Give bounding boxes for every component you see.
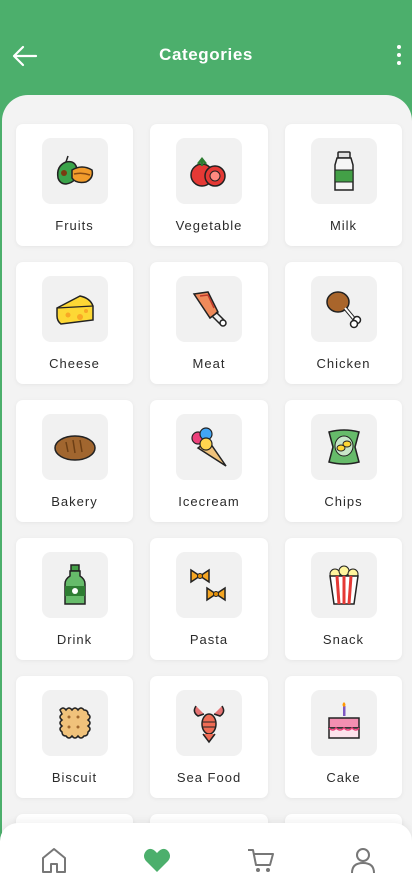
chips-icon — [327, 429, 360, 465]
category-label: Bakery — [51, 494, 98, 509]
category-icon-box — [310, 138, 377, 204]
nav-profile-button[interactable] — [348, 845, 378, 875]
category-card-cake[interactable]: Cake — [285, 676, 402, 798]
cart-icon — [248, 849, 274, 872]
categories-panel: Fruits Vegetable Milk Cheese Meat Chicke… — [2, 95, 412, 893]
category-label: Drink — [56, 632, 93, 647]
category-label: Snack — [322, 632, 365, 647]
category-icon-box — [310, 552, 377, 618]
category-icon-box — [176, 138, 242, 204]
category-card-snack[interactable]: Snack — [285, 538, 402, 660]
category-icon-box — [310, 414, 377, 480]
category-icon-box — [41, 552, 108, 618]
dot-icon — [397, 61, 401, 65]
category-card-drink[interactable]: Drink — [16, 538, 133, 660]
home-icon — [42, 848, 66, 873]
nav-home-button[interactable] — [39, 845, 69, 875]
category-card-chips[interactable]: Chips — [285, 400, 402, 522]
category-icon-box — [310, 276, 377, 342]
cheese-icon — [55, 295, 94, 325]
category-label: Cake — [326, 770, 361, 785]
category-label: Pasta — [189, 632, 229, 647]
category-icon-box — [176, 414, 242, 480]
lobster-icon — [193, 705, 225, 744]
bottom-navigation — [0, 823, 412, 893]
category-card-milk[interactable]: Milk — [285, 124, 402, 246]
category-icon-box — [41, 414, 108, 480]
category-card-icecream[interactable]: Icecream — [150, 400, 268, 522]
dot-icon — [397, 53, 401, 57]
category-label: Milk — [329, 218, 358, 233]
biscuit-icon — [58, 707, 91, 739]
category-icon-box — [41, 276, 108, 342]
category-icon-box — [41, 138, 108, 204]
category-card-biscuit[interactable]: Biscuit — [16, 676, 133, 798]
category-card-meat[interactable]: Meat — [150, 262, 268, 384]
category-card-fruits[interactable]: Fruits — [16, 124, 133, 246]
category-label: Chicken — [316, 356, 371, 371]
heart-icon — [144, 848, 170, 872]
category-label: Cheese — [49, 356, 100, 371]
nav-favorites-button[interactable] — [142, 845, 172, 875]
icecream-icon — [191, 427, 227, 467]
category-card-vegetable[interactable]: Vegetable — [150, 124, 268, 246]
profile-icon — [351, 848, 375, 874]
category-label: Biscuit — [51, 770, 98, 785]
category-card-cheese[interactable]: Cheese — [16, 262, 133, 384]
category-icon-box — [41, 690, 108, 756]
category-label: Chips — [324, 494, 363, 509]
category-icon-box — [176, 552, 242, 618]
drink-icon — [63, 564, 86, 605]
category-icon-box — [310, 690, 377, 756]
category-card-pasta[interactable]: Pasta — [150, 538, 268, 660]
category-label: Icecream — [178, 494, 240, 509]
category-label: Fruits — [55, 218, 94, 233]
bread-icon — [53, 435, 96, 461]
page-title: Categories — [159, 45, 253, 64]
chicken-icon — [325, 291, 361, 329]
nav-cart-button[interactable] — [246, 845, 276, 875]
category-card-bakery[interactable]: Bakery — [16, 400, 133, 522]
pasta-icon — [190, 568, 226, 602]
more-menu-button[interactable] — [392, 42, 406, 70]
category-label: Meat — [192, 356, 226, 371]
category-label: Vegetable — [175, 218, 243, 233]
category-card-chicken[interactable]: Chicken — [285, 262, 402, 384]
dot-icon — [397, 45, 401, 49]
category-grid: Fruits Vegetable Milk Cheese Meat Chicke… — [16, 124, 402, 893]
milk-icon — [333, 151, 354, 191]
category-icon-box — [176, 276, 242, 342]
meat-icon — [192, 291, 227, 327]
category-icon-box — [176, 690, 242, 756]
fruits-icon — [56, 155, 93, 185]
category-label: Sea Food — [176, 770, 242, 785]
cake-icon — [327, 702, 360, 739]
category-card-sea-food[interactable]: Sea Food — [150, 676, 268, 798]
vegetable-icon — [190, 156, 226, 187]
popcorn-icon — [328, 565, 359, 605]
